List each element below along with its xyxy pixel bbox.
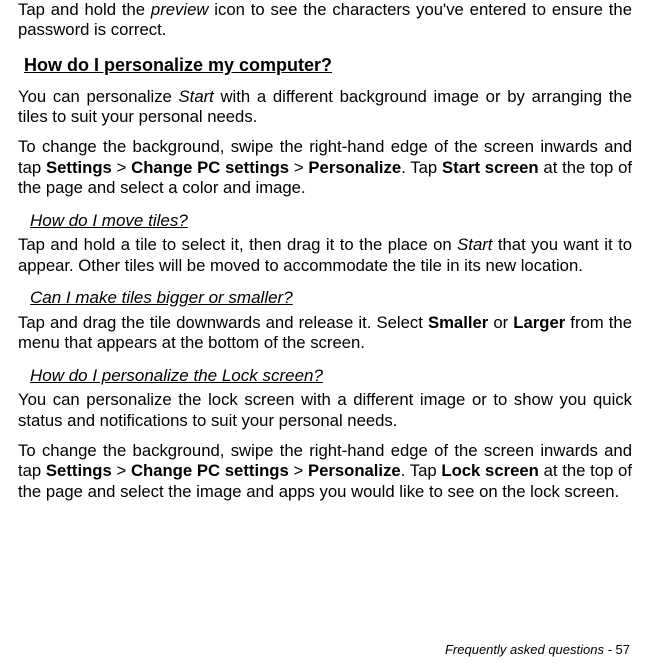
- smaller-term: Smaller: [428, 313, 488, 332]
- text: . Tap: [401, 158, 442, 177]
- heading-move-tiles: How do I move tiles?: [30, 211, 632, 232]
- document-page: Tap and hold the preview icon to see the…: [0, 0, 650, 668]
- change-pc-settings-term: Change PC settings: [131, 461, 289, 480]
- page-number: 57: [616, 642, 630, 657]
- heading-personalize-computer: How do I personalize my computer?: [24, 55, 632, 77]
- preview-term: preview: [151, 0, 209, 19]
- text: You can personalize: [18, 87, 179, 106]
- text: >: [112, 158, 131, 177]
- text: >: [289, 461, 308, 480]
- text: or: [488, 313, 513, 332]
- text: Tap and hold the: [18, 0, 151, 19]
- text: >: [289, 158, 308, 177]
- paragraph-s1-2: To change the background, swipe the righ…: [18, 137, 632, 198]
- personalize-term: Personalize: [308, 158, 401, 177]
- paragraph-s2-1: Tap and hold a tile to select it, then d…: [18, 235, 632, 276]
- settings-term: Settings: [46, 158, 112, 177]
- paragraph-s1-1: You can personalize Start with a differe…: [18, 87, 632, 128]
- text: >: [112, 461, 131, 480]
- text: . Tap: [401, 461, 442, 480]
- text: Tap and hold a tile to select it, then d…: [18, 235, 457, 254]
- start-term: Start: [457, 235, 492, 254]
- larger-term: Larger: [513, 313, 565, 332]
- paragraph-s4-1: You can personalize the lock screen with…: [18, 390, 632, 431]
- heading-lock-screen: How do I personalize the Lock screen?: [30, 366, 632, 387]
- start-screen-term: Start screen: [442, 158, 539, 177]
- footer-label: Frequently asked questions -: [445, 642, 616, 657]
- page-footer: Frequently asked questions - 57: [445, 642, 630, 658]
- start-term: Start: [179, 87, 214, 106]
- change-pc-settings-term: Change PC settings: [131, 158, 289, 177]
- personalize-term: Personalize: [308, 461, 401, 480]
- lock-screen-term: Lock screen: [441, 461, 538, 480]
- paragraph-s3-1: Tap and drag the tile downwards and rele…: [18, 313, 632, 354]
- settings-term: Settings: [46, 461, 112, 480]
- text: Tap and drag the tile downwards and rele…: [18, 313, 428, 332]
- paragraph-intro: Tap and hold the preview icon to see the…: [18, 0, 632, 41]
- heading-tile-size: Can I make tiles bigger or smaller?: [30, 288, 632, 309]
- paragraph-s4-2: To change the background, swipe the righ…: [18, 441, 632, 502]
